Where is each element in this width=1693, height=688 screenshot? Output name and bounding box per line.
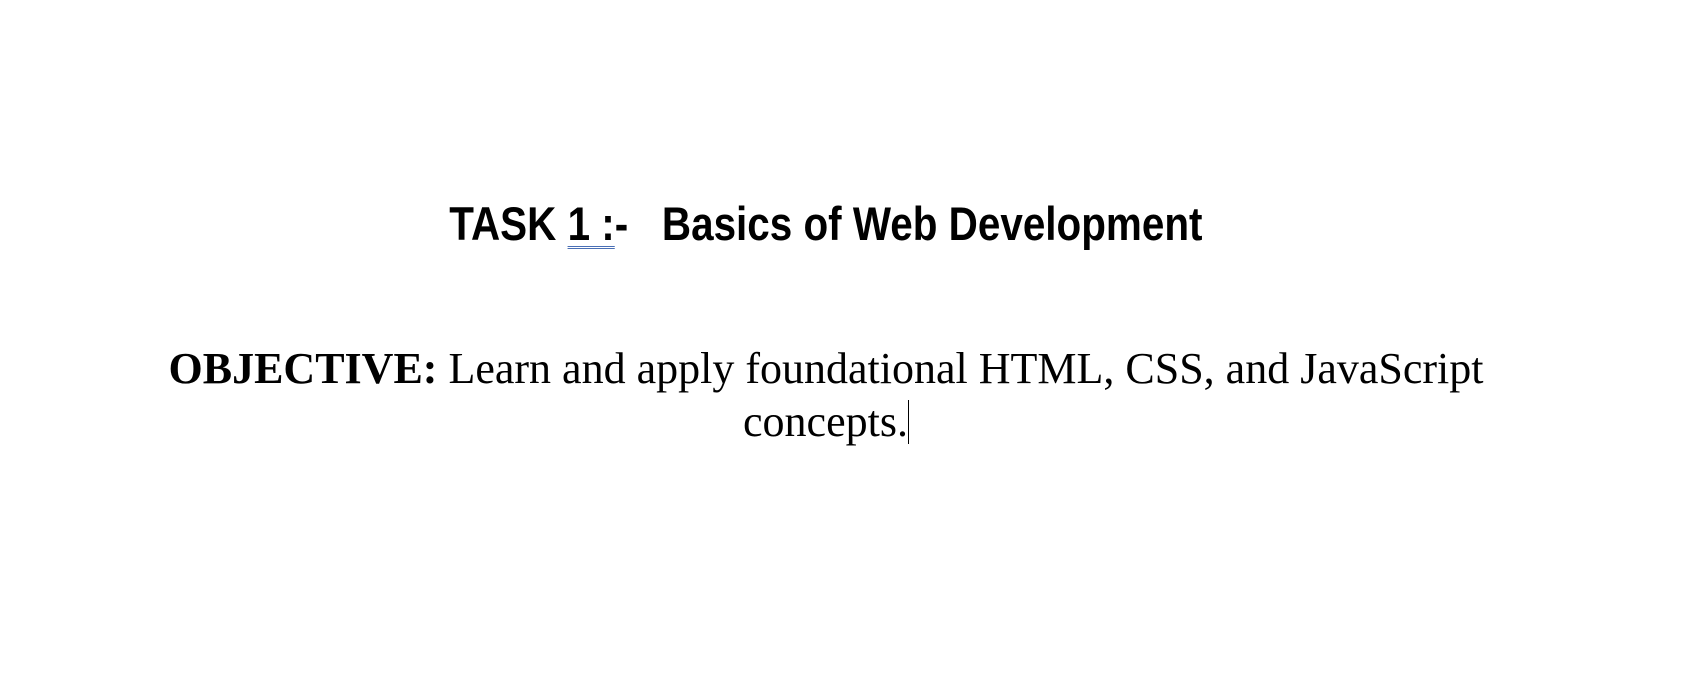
objective-paragraph[interactable]: OBJECTIVE: Learn and apply foundational … <box>150 342 1502 448</box>
document-page[interactable]: TASK 1 :- Basics of Web Development OBJE… <box>0 0 1652 688</box>
title-text: Basics of Web Development <box>661 197 1203 250</box>
objective-label: OBJECTIVE: <box>168 344 438 393</box>
page-title: TASK 1 :- Basics of Web Development <box>0 196 1652 251</box>
objective-text: Learn and apply foundational HTML, CSS, … <box>437 344 1484 446</box>
title-separator: - <box>614 197 662 250</box>
title-number-spellcheck[interactable]: 1 : <box>568 197 615 250</box>
title-prefix: TASK <box>449 197 568 250</box>
text-cursor <box>907 400 909 444</box>
